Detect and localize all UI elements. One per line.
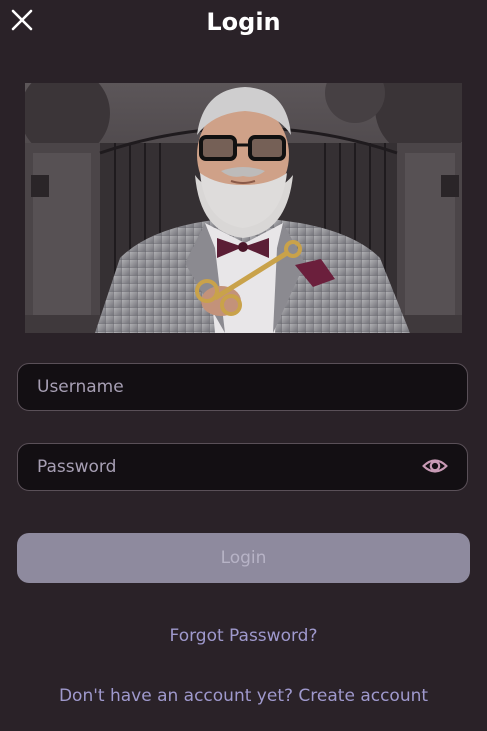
password-input[interactable]: [37, 444, 417, 490]
signup-prompt: Don't have an account yet?: [58, 686, 294, 706]
header: Login: [0, 0, 487, 46]
forgot-password-link[interactable]: Forgot Password?: [170, 626, 318, 646]
create-account-link[interactable]: Create account: [298, 686, 428, 706]
login-button-label: Login: [220, 548, 267, 568]
password-field-container: [17, 443, 468, 491]
forgot-password-link-row: Forgot Password?: [0, 626, 487, 646]
signup-row: Don't have an account yet? Create accoun…: [0, 686, 487, 706]
hero-image: [25, 83, 462, 333]
eye-icon[interactable]: [422, 456, 448, 480]
page-title: Login: [206, 8, 281, 36]
toggle-password-visibility-button[interactable]: [421, 456, 449, 480]
login-button[interactable]: Login: [17, 533, 470, 583]
username-field-container: [17, 363, 468, 411]
username-input[interactable]: [37, 364, 417, 410]
